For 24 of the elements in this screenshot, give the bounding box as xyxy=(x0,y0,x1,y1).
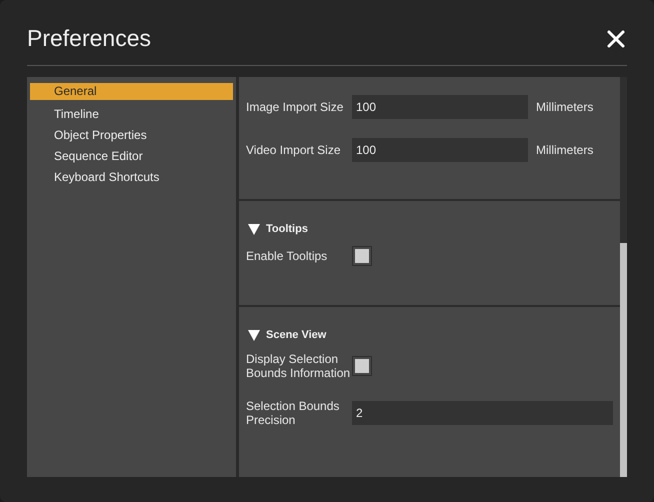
field-label: Display Selection Bounds Information xyxy=(246,352,352,380)
checkbox[interactable] xyxy=(352,356,372,376)
field-label: Video Import Size xyxy=(246,143,342,157)
input-field[interactable]: 100 xyxy=(352,138,528,162)
section-title: Scene View xyxy=(266,328,326,343)
unit-label: Millimeters xyxy=(536,99,594,116)
field-label: Selection Bounds Precision xyxy=(246,398,340,426)
triangle-icon[interactable] xyxy=(248,224,260,235)
field-label: Enable Tooltips xyxy=(246,248,328,262)
sidebar-item[interactable]: Timeline xyxy=(30,104,233,125)
window-title: Preferences xyxy=(27,24,152,54)
input-field[interactable]: 2 xyxy=(352,400,613,424)
sidebar-item[interactable]: Object Properties xyxy=(30,125,233,146)
close-icon[interactable] xyxy=(606,28,626,48)
section-title: Tooltips xyxy=(266,222,308,237)
field-label: Image Import Size xyxy=(246,100,344,114)
scrollbar[interactable] xyxy=(620,77,627,477)
sidebar-item[interactable]: General xyxy=(30,83,233,100)
triangle-icon[interactable] xyxy=(248,330,260,341)
input-field[interactable]: 100 xyxy=(352,95,528,119)
checkbox[interactable] xyxy=(352,246,372,266)
sidebar-item[interactable]: Sequence Editor xyxy=(30,146,233,167)
sidebar-item[interactable]: Keyboard Shortcuts xyxy=(30,167,233,188)
unit-label: Millimeters xyxy=(536,142,594,159)
